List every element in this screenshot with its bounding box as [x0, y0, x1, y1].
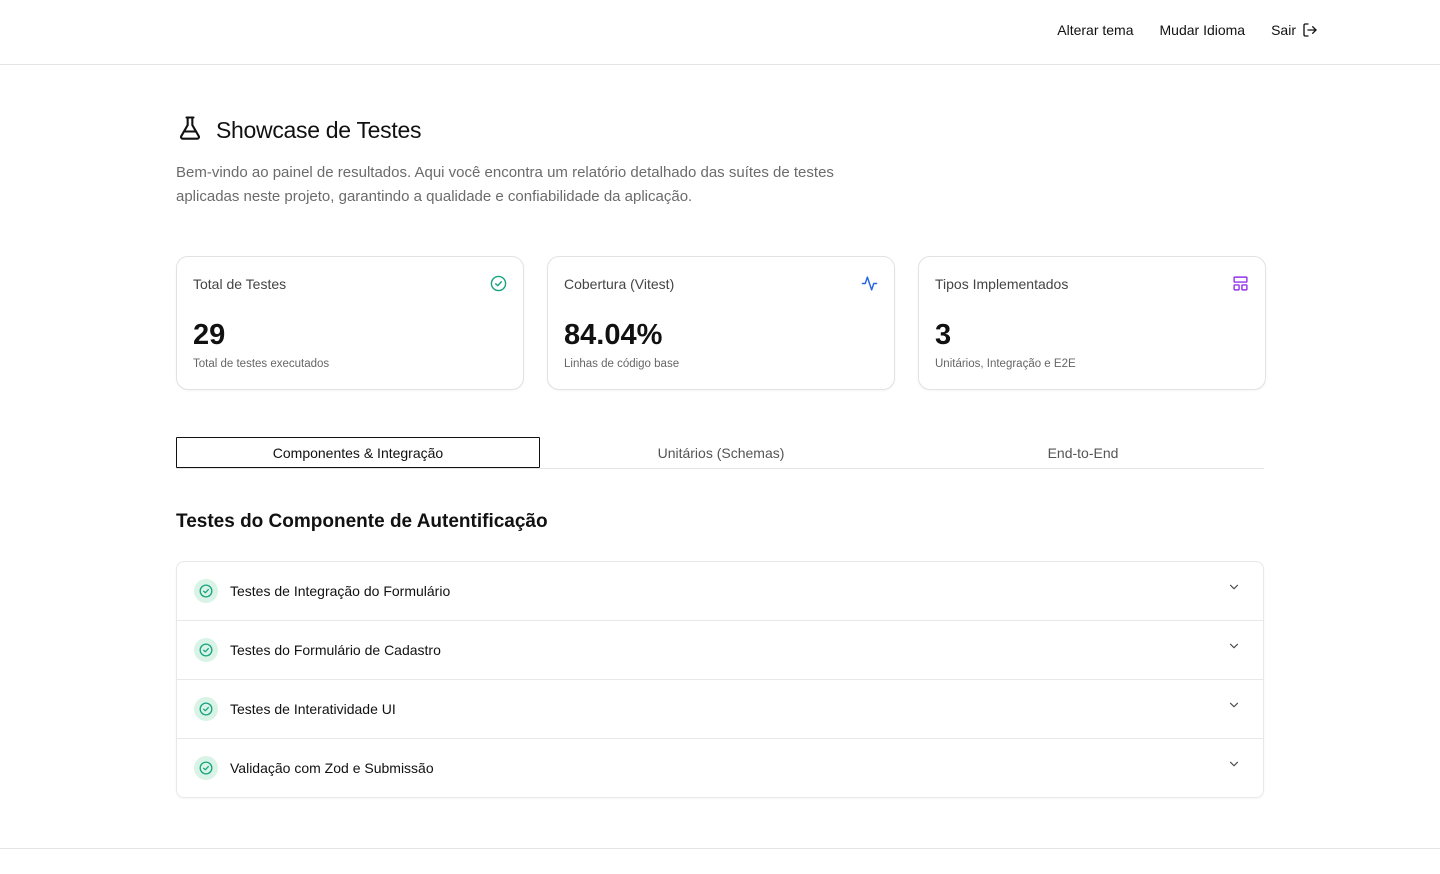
- card-description: Linhas de código base: [564, 358, 680, 370]
- tab-unit-schemas[interactable]: Unitários (Schemas): [540, 437, 902, 468]
- card-label: Total de Testes: [193, 276, 287, 292]
- check-circle-icon: [194, 697, 218, 721]
- accordion-item-label: Validação com Zod e Submissão: [230, 760, 434, 776]
- language-toggle-button[interactable]: Mudar Idioma: [1160, 22, 1246, 38]
- flask-icon: [176, 114, 204, 147]
- card-description: Unitários, Integração e E2E: [935, 358, 1076, 370]
- stat-card-types: Tipos Implementados 3 Unitários, Integra…: [918, 256, 1266, 390]
- logout-icon: [1302, 22, 1318, 38]
- language-toggle-label: Mudar Idioma: [1159, 22, 1246, 38]
- activity-icon: [861, 275, 878, 297]
- section-title: Testes do Componente de Autentificação: [176, 511, 548, 532]
- card-value: 3: [935, 319, 952, 351]
- page-title: Showcase de Testes: [216, 117, 422, 143]
- logout-label: Sair: [1271, 22, 1296, 38]
- check-circle-icon: [490, 275, 507, 297]
- page-subtitle: Bem-vindo ao painel de resultados. Aqui …: [176, 164, 834, 205]
- card-description: Total de testes executados: [193, 358, 330, 370]
- footer-divider: [0, 848, 1440, 849]
- stat-card-total-tests: Total de Testes 29 Total de testes execu…: [176, 256, 524, 390]
- card-label: Cobertura (Vitest): [564, 276, 675, 292]
- card-label: Tipos Implementados: [935, 276, 1069, 292]
- theme-toggle-label: Alterar tema: [1057, 22, 1134, 38]
- chevron-down-icon: [1227, 757, 1241, 776]
- layout-icon: [1232, 275, 1249, 297]
- top-nav: Alterar tema Mudar Idioma Sair: [1057, 22, 1318, 38]
- card-value: 29: [193, 319, 226, 351]
- check-circle-icon: [194, 579, 218, 603]
- accordion-item-ui-interactivity[interactable]: Testes de Interatividade UI: [177, 680, 1263, 739]
- accordion-item-label: Testes de Integração do Formulário: [230, 583, 451, 599]
- chevron-down-icon: [1227, 580, 1241, 599]
- page-header: Showcase de Testes: [176, 114, 421, 147]
- check-circle-icon: [194, 756, 218, 780]
- stats-cards: Total de Testes 29 Total de testes execu…: [176, 256, 1266, 390]
- accordion-item-label: Testes de Interatividade UI: [230, 701, 396, 717]
- test-tabs: Componentes & Integração Unitários (Sche…: [176, 437, 1264, 469]
- tab-end-to-end[interactable]: End-to-End: [902, 437, 1264, 468]
- stat-card-coverage: Cobertura (Vitest) 84.04% Linhas de códi…: [547, 256, 895, 390]
- chevron-down-icon: [1227, 639, 1241, 658]
- test-suite-accordion: Testes de Integração do Formulário Teste…: [176, 561, 1264, 798]
- accordion-item-form-integration[interactable]: Testes de Integração do Formulário: [177, 562, 1263, 621]
- chevron-down-icon: [1227, 698, 1241, 717]
- accordion-item-zod-validation[interactable]: Validação com Zod e Submissão: [177, 739, 1263, 797]
- tab-components-integration[interactable]: Componentes & Integração: [176, 437, 540, 468]
- check-circle-icon: [194, 638, 218, 662]
- theme-toggle-button[interactable]: Alterar tema: [1057, 22, 1133, 38]
- top-bar: Alterar tema Mudar Idioma Sair: [0, 0, 1440, 65]
- accordion-item-label: Testes do Formulário de Cadastro: [230, 642, 441, 658]
- card-value: 84.04%: [564, 319, 663, 351]
- accordion-item-signup-form[interactable]: Testes do Formulário de Cadastro: [177, 621, 1263, 680]
- logout-button[interactable]: Sair: [1271, 22, 1318, 38]
